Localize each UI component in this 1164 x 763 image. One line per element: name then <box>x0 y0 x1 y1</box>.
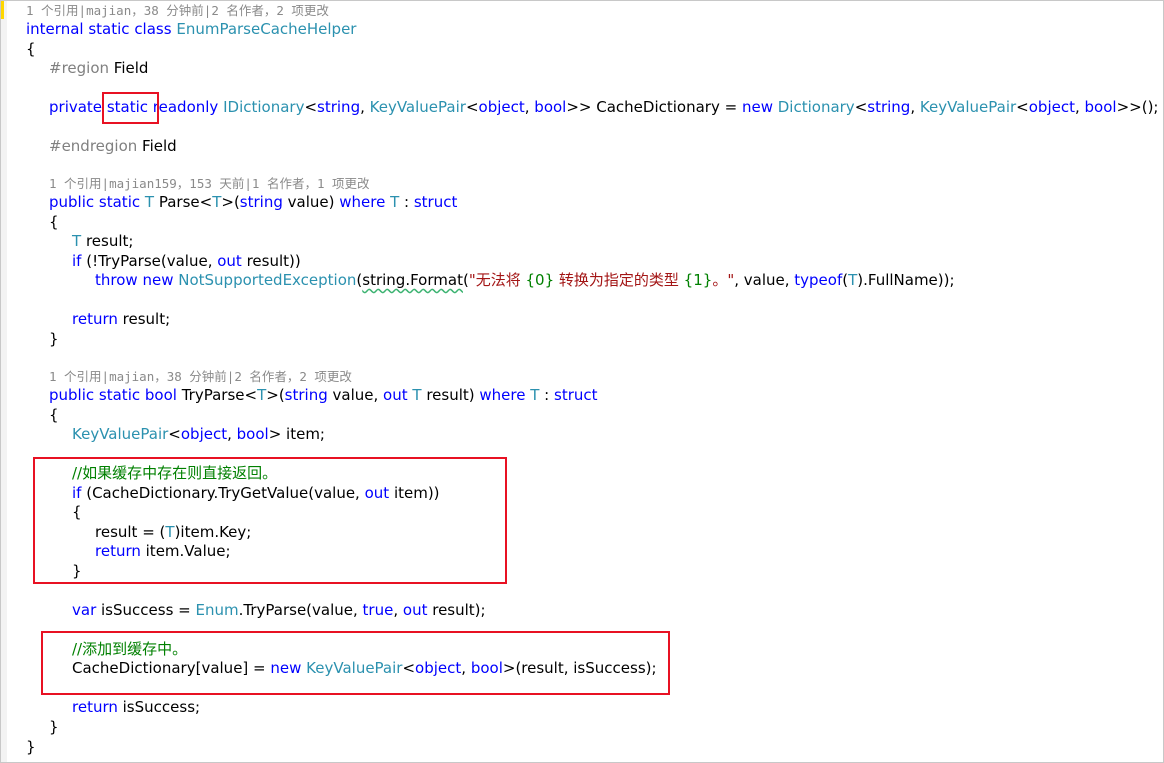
code-line-cache-assign: result = (T)item.Key; <box>95 523 252 541</box>
code-line-cache-if: if (CacheDictionary.TryGetValue(value, o… <box>72 484 440 502</box>
codelens-tryparse[interactable]: 1 个引用|majian，38 分钟前|2 名作者，2 项更改 <box>49 369 352 385</box>
code-line-cache-close-brace: } <box>72 562 82 580</box>
code-area[interactable]: 1 个引用|majian，38 分钟前|2 名作者，2 项更改 internal… <box>1 1 1163 762</box>
code-line-field-declaration: private static readonly IDictionary<stri… <box>49 98 1159 116</box>
code-line-tryparse-close-brace: } <box>49 718 59 736</box>
code-line-parse-signature: public static T Parse<T>(string value) w… <box>49 193 458 211</box>
code-line-cache-add: CacheDictionary[value] = new KeyValuePai… <box>72 659 657 677</box>
code-line-cache-return: return item.Value; <box>95 542 231 560</box>
code-line-enum-tryparse: var isSuccess = Enum.TryParse(value, tru… <box>72 601 486 619</box>
code-line-parse-open-brace: { <box>49 213 59 231</box>
code-line-region: #region Field <box>49 59 149 77</box>
codelens-parse[interactable]: 1 个引用|majian159，153 天前|1 名作者，1 项更改 <box>49 176 370 192</box>
code-line-tryparse-open-brace: { <box>49 406 59 424</box>
code-line-parse-throw: throw new NotSupportedException(string.F… <box>95 271 955 289</box>
codelens-class[interactable]: 1 个引用|majian，38 分钟前|2 名作者，2 项更改 <box>26 3 329 19</box>
code-line-class-close-brace: } <box>26 738 36 756</box>
code-line-comment-cache-hit: //如果缓存中存在则直接返回。 <box>72 464 278 482</box>
code-line-class-declaration: internal static class EnumParseCacheHelp… <box>26 20 357 38</box>
code-line-cache-open-brace: { <box>72 503 82 521</box>
code-line-tryparse-return: return isSuccess; <box>72 698 201 716</box>
code-line-parse-result-decl: T result; <box>72 232 134 250</box>
code-line-tryparse-signature: public static bool TryParse<T>(string va… <box>49 386 598 404</box>
code-line-endregion: #endregion Field <box>49 137 177 155</box>
code-line-parse-close-brace: } <box>49 330 59 348</box>
code-editor[interactable]: 1 个引用|majian，38 分钟前|2 名作者，2 项更改 internal… <box>0 0 1164 763</box>
code-line-comment-add-cache: //添加到缓存中。 <box>72 640 188 658</box>
code-line-tryparse-item-decl: KeyValuePair<object, bool> item; <box>72 425 325 443</box>
code-line-parse-return: return result; <box>72 310 171 328</box>
code-line-class-open-brace: { <box>26 40 36 58</box>
code-line-parse-if: if (!TryParse(value, out result)) <box>72 252 301 270</box>
